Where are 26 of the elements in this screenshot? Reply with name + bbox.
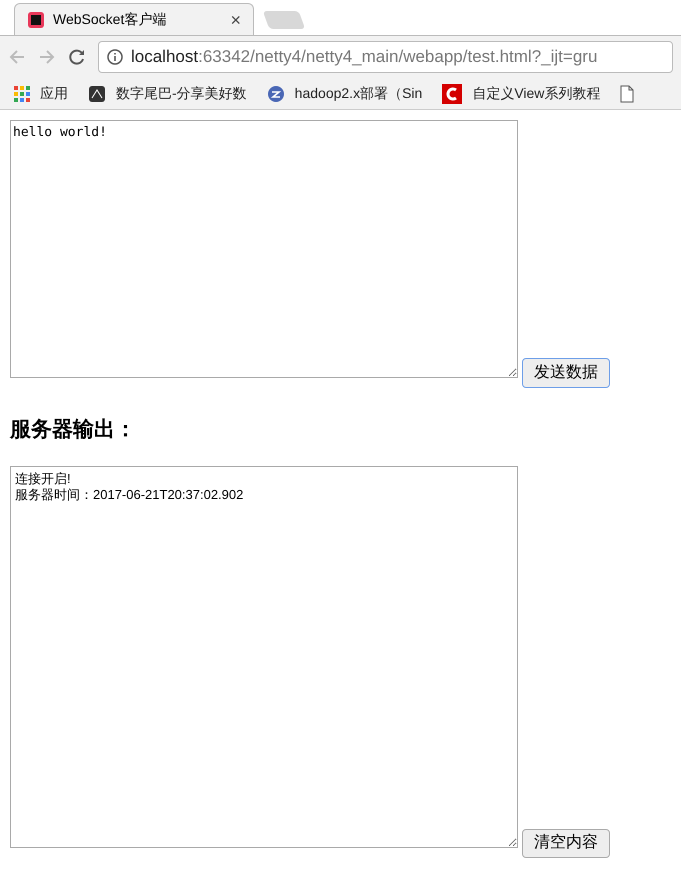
apps-grid-icon: [14, 86, 30, 102]
site-icon: [88, 84, 106, 102]
tab-title: WebSocket客户端: [53, 10, 168, 29]
close-button[interactable]: ×: [230, 10, 241, 28]
clear-button[interactable]: 清空内容: [522, 828, 610, 858]
url-host: localhost: [131, 46, 198, 68]
new-tab-button[interactable]: [262, 11, 306, 29]
bookmark[interactable]: hadoop2.x部署（Sin: [266, 83, 422, 104]
send-button[interactable]: 发送数据: [522, 358, 610, 388]
url-path: :63342/netty4/netty4_main/webapp/test.html?_ijt=gru: [198, 46, 598, 68]
back-icon[interactable]: [8, 48, 26, 66]
browser-tab[interactable]: WebSocket客户端 ×: [14, 3, 254, 35]
section-heading: 服务器输出：: [10, 417, 137, 443]
output-area[interactable]: 连接开启! 服务器时间：2017-06-21T20:37:02.902: [10, 466, 518, 848]
info-icon: [107, 49, 123, 65]
reload-icon[interactable]: [68, 48, 86, 66]
message-input[interactable]: hello world!: [10, 120, 518, 378]
bookmark[interactable]: 自定义View系列教程: [442, 83, 600, 104]
logo-icon: [442, 84, 462, 104]
app-logo-icon: [27, 10, 45, 28]
bookmark[interactable]: 数字尾巴-分享美好数: [88, 83, 247, 104]
address-bar[interactable]: localhost:63342/netty4/netty4_main/webapp/test.html?_ijt=gru: [98, 41, 673, 73]
bookmark[interactable]: [620, 84, 634, 102]
page-icon: [620, 84, 634, 102]
bookmark[interactable]: 应用: [14, 83, 68, 104]
forward-icon[interactable]: [38, 48, 56, 66]
